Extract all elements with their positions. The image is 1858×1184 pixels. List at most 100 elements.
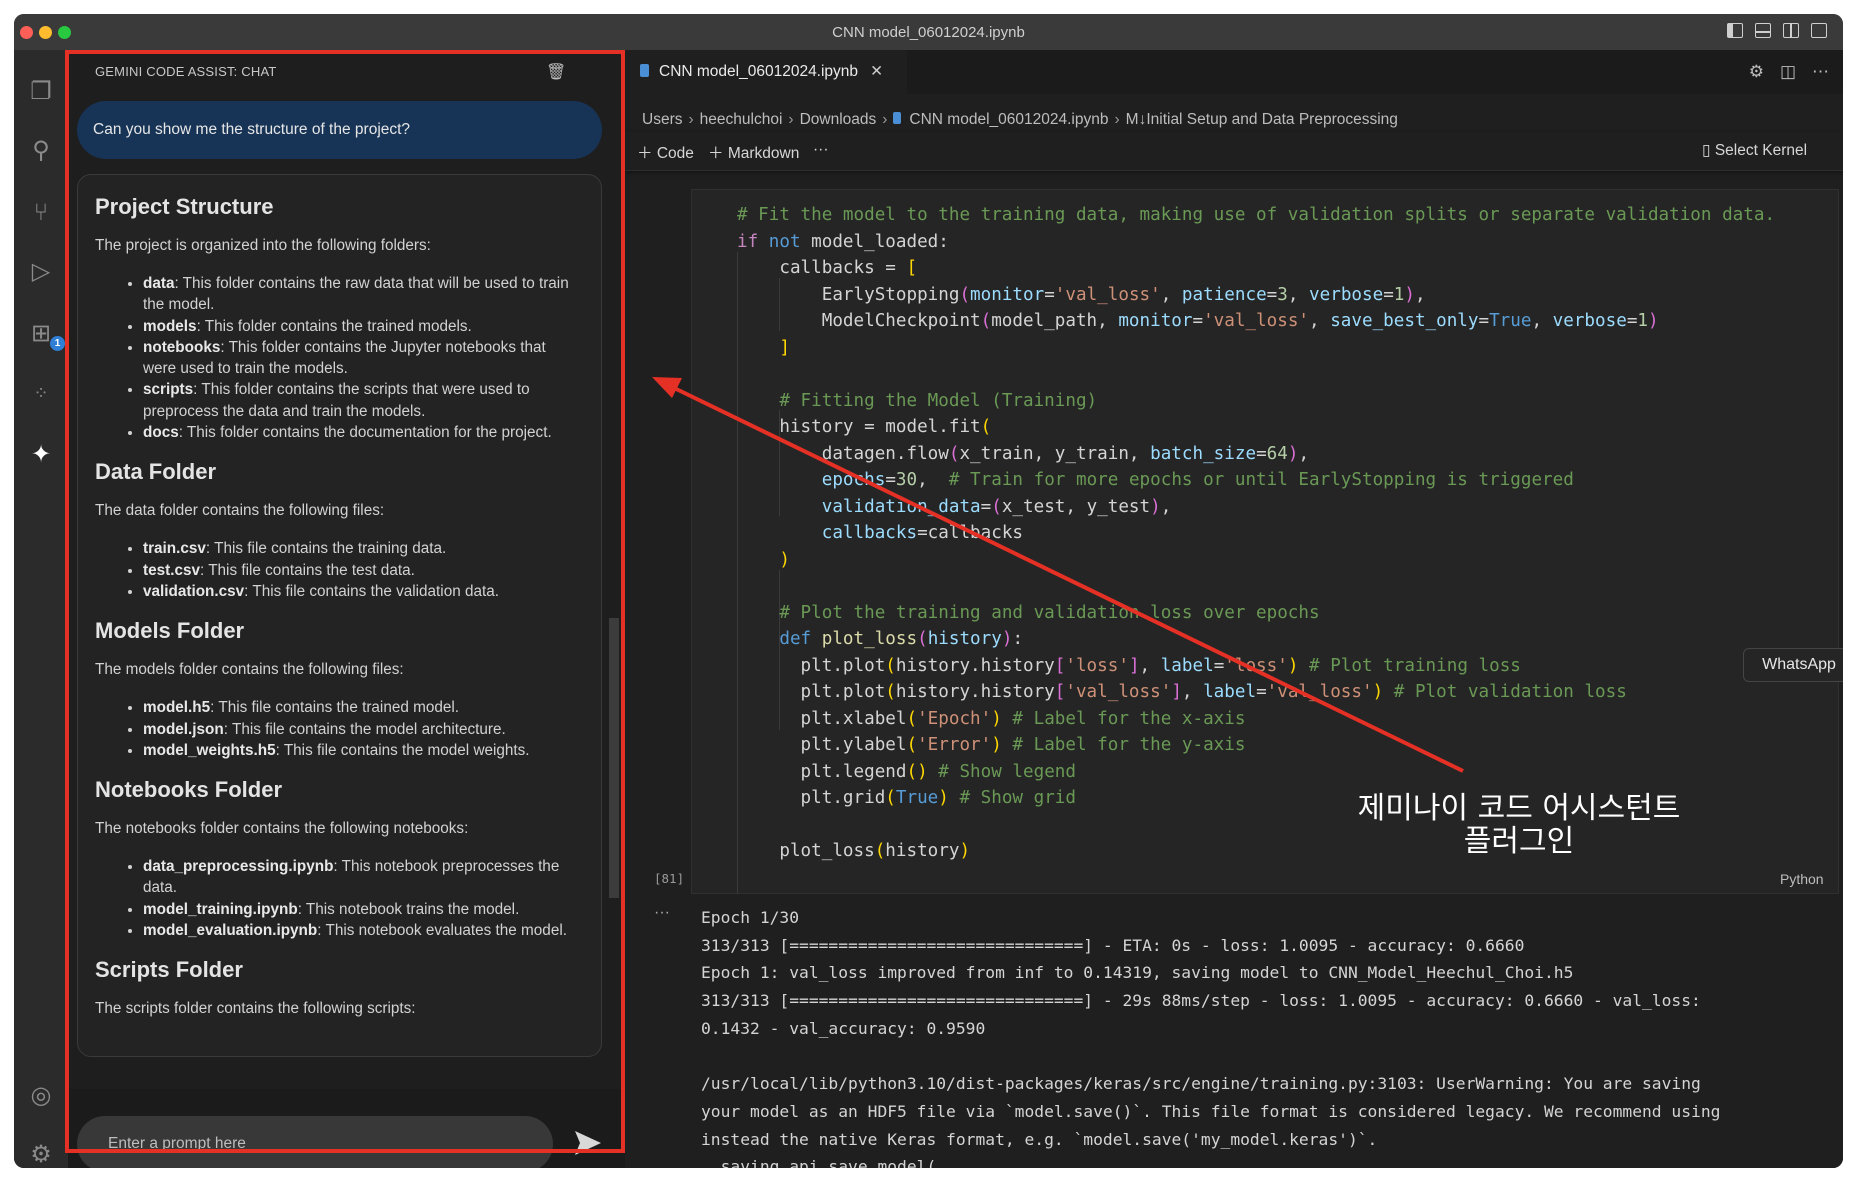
code-line: plt.legend() # Show legend	[737, 759, 1775, 786]
item-text: : This file contains the model weights.	[275, 741, 530, 759]
breadcrumb-item[interactable]: heechulchoi	[700, 111, 783, 128]
item-text: : This file contains the trained model.	[210, 699, 460, 717]
item-name: data_preprocessing.ipynb	[143, 858, 334, 876]
response-list: train.csv: This file contains the traini…	[95, 538, 581, 602]
output-menu-icon[interactable]: ···	[654, 904, 670, 922]
list-item: scripts: This folder contains the script…	[143, 379, 581, 422]
code-token: 'val_loss'	[1065, 682, 1172, 702]
code-token: )	[1372, 682, 1384, 702]
breadcrumb-item[interactable]: CNN model_06012024.ipynb	[909, 111, 1108, 128]
code-editor[interactable]: # Fit the model to the training data, ma…	[737, 202, 1775, 865]
select-kernel-button[interactable]: ▯ Select Kernel	[1702, 141, 1807, 160]
code-token: verbose	[1552, 311, 1627, 331]
toolbar-more-button[interactable]: ···	[813, 141, 829, 159]
more-actions-icon[interactable]: ⋯	[1812, 62, 1829, 82]
code-token: )	[1287, 443, 1299, 464]
plus-icon: ＋	[637, 145, 657, 162]
toggle-secondary-sidebar-icon[interactable]	[1783, 23, 1799, 38]
code-token: ]	[1171, 682, 1182, 702]
code-token: =	[1478, 311, 1490, 331]
add-markdown-cell-button[interactable]: ＋ Markdown	[708, 141, 799, 163]
code-token: )	[1404, 284, 1415, 305]
item-name: model_evaluation.ipynb	[143, 922, 318, 940]
output-line: Epoch 1: val_loss improved from inf to 0…	[701, 963, 1574, 983]
item-text: : This file contains the test data.	[199, 561, 415, 579]
code-token: batch_size	[1150, 443, 1257, 464]
account-icon[interactable]: ◎	[27, 1082, 55, 1110]
code-token: plot_loss	[737, 841, 875, 861]
remote-icon[interactable]: ⁘	[27, 379, 55, 407]
code-token: )	[1648, 311, 1659, 331]
source-control-icon[interactable]: ⑂	[27, 199, 55, 227]
code-token: model_path,	[991, 311, 1119, 331]
code-token: =callbacks	[917, 523, 1024, 543]
split-editor-icon[interactable]: ◫	[1780, 62, 1796, 82]
code-token: # Show legend	[938, 761, 1076, 782]
code-token: monitor	[1118, 311, 1193, 331]
code-token: plt.ylabel	[737, 735, 907, 755]
annotation-line: 플러그인	[1463, 824, 1575, 859]
annotation-line: 제미나이 코드 어시스턴트	[1357, 791, 1681, 826]
add-code-cell-button[interactable]: ＋ Code	[637, 141, 694, 163]
toggle-panel-icon[interactable]	[1755, 23, 1771, 38]
trash-icon[interactable]: 🗑	[546, 62, 566, 82]
close-tab-icon[interactable]: ✕	[870, 63, 883, 80]
customize-layout-icon[interactable]	[1811, 23, 1827, 38]
list-item: models: This folder contains the trained…	[143, 316, 581, 337]
extensions-icon[interactable]: ⊞ 1	[27, 320, 65, 351]
code-token: 'val_loss'	[1266, 682, 1373, 702]
code-token: )	[1001, 629, 1013, 649]
breadcrumb-item[interactable]: Users	[642, 111, 682, 128]
code-token: plot_loss	[821, 629, 918, 649]
item-text: : This file contains the validation data…	[244, 582, 499, 600]
chat-scrollbar[interactable]	[609, 618, 619, 898]
code-token: (	[885, 655, 896, 676]
code-token: callbacks =	[737, 258, 907, 278]
cell-language[interactable]: Python	[1780, 871, 1824, 887]
item-name: test.csv	[143, 561, 200, 579]
breadcrumb-item[interactable]: Downloads	[800, 111, 877, 128]
code-token: =	[1192, 311, 1204, 331]
code-token: (	[948, 443, 960, 464]
code-token: callbacks	[821, 523, 918, 543]
code-token: 'Error'	[917, 735, 992, 755]
title-bar: CNN model_06012024.ipynb	[14, 14, 1843, 50]
code-line: plt.plot(history.history['loss'], label=…	[737, 653, 1775, 680]
settings-gear-icon[interactable]: ⚙	[27, 1141, 55, 1168]
code-token: =	[1213, 655, 1225, 676]
code-token: ,	[1531, 311, 1553, 331]
chevron-right-icon: ›	[688, 111, 694, 128]
tab-notebook[interactable]: CNN model_06012024.ipynb ✕	[625, 50, 907, 94]
code-line: history = model.fit(	[737, 414, 1775, 441]
prompt-input[interactable]	[77, 1116, 553, 1168]
code-token: (	[980, 311, 992, 331]
gemini-sparkle-icon[interactable]: ✦	[27, 441, 55, 469]
response-heading: Project Structure	[95, 194, 274, 219]
list-item: data: This folder contains the raw data …	[143, 273, 581, 316]
code-line: plt.ylabel('Error') # Label for the y-ax…	[737, 732, 1775, 759]
search-icon[interactable]: ⚲	[27, 137, 55, 165]
code-token: ,	[1298, 443, 1310, 464]
send-icon[interactable]	[573, 1128, 603, 1158]
toggle-primary-sidebar-icon[interactable]	[1727, 23, 1743, 38]
files-icon[interactable]: ❐	[27, 78, 55, 106]
code-token: ,	[1139, 655, 1161, 676]
gear-icon[interactable]: ⚙	[1749, 62, 1764, 82]
run-debug-icon[interactable]: ▷	[27, 258, 55, 286]
list-item: model.json: This file contains the model…	[143, 719, 581, 740]
code-line: plt.plot(history.history['val_loss'], la…	[737, 679, 1775, 706]
item-name: model_weights.h5	[143, 741, 276, 759]
notebook-editor: CNN model_06012024.ipynb ✕ ⚙ ◫ ⋯ Users › he…	[625, 50, 1843, 1168]
response-paragraph: The scripts folder contains the followin…	[95, 1000, 416, 1018]
list-item: model.h5: This file contains the trained…	[143, 697, 581, 718]
code-token: (	[874, 841, 886, 861]
output-line: instead the native Keras format, e.g. `m…	[701, 1129, 1378, 1149]
code-token: history.history	[895, 655, 1055, 676]
kernel-icon: ▯	[1702, 142, 1715, 159]
breadcrumb-item[interactable]: M↓Initial Setup and Data Preprocessing	[1126, 111, 1398, 128]
code-token: (	[980, 417, 992, 437]
code-line: ModelCheckpoint(model_path, monitor='val…	[737, 308, 1775, 335]
